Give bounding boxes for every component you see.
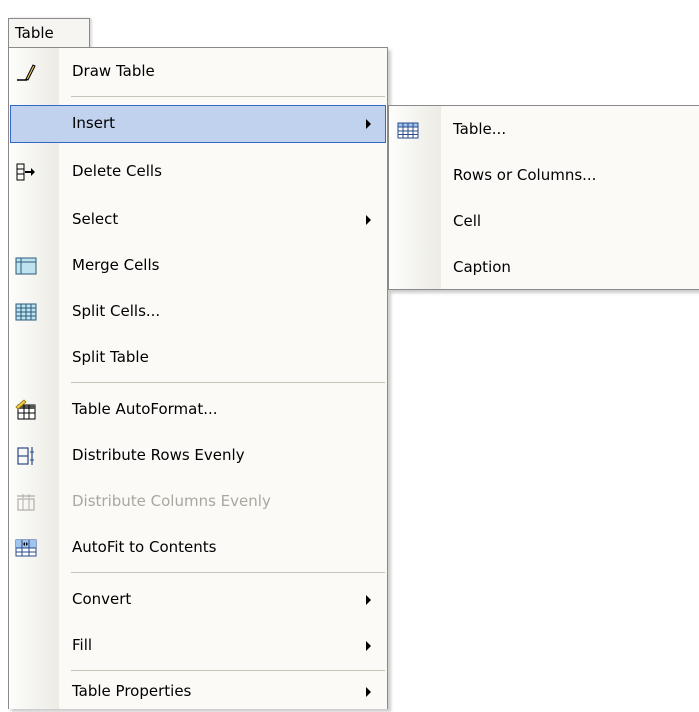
- menu-separator: [71, 572, 385, 573]
- pencil-icon: [17, 64, 36, 81]
- insert-submenu: Table... Rows or Columns... Cell Caption: [388, 105, 699, 290]
- distribute-columns-icon: [17, 494, 35, 511]
- merge-cells-icon: [15, 257, 37, 275]
- menu-item-insert[interactable]: Insert: [9, 104, 387, 144]
- menu-item-fill[interactable]: Fill: [9, 626, 387, 666]
- autofit-icon: [15, 539, 37, 557]
- insert-table-icon: [397, 122, 419, 139]
- submenu-arrow-icon: [366, 215, 371, 225]
- split-cells-icon: [15, 303, 37, 321]
- submenu-arrow-icon: [366, 687, 371, 697]
- menu-top-border: [91, 47, 388, 48]
- submenu-item-rows-or-columns[interactable]: Rows or Columns...: [389, 154, 699, 200]
- submenu-item-label: Rows or Columns...: [453, 166, 597, 184]
- menu-item-label: Split Table: [72, 348, 149, 366]
- menu-item-delete-cells[interactable]: Delete Cells: [9, 152, 387, 192]
- menu-item-label: Distribute Columns Evenly: [72, 492, 271, 510]
- submenu-arrow-icon: [366, 119, 371, 129]
- menu-item-label: Split Cells...: [72, 302, 161, 320]
- menu-item-split-cells[interactable]: Split Cells...: [9, 292, 387, 332]
- menu-item-label: Distribute Rows Evenly: [72, 446, 245, 464]
- menu-separator: [71, 96, 385, 97]
- menu-separator: [71, 382, 385, 383]
- menu-item-label: Convert: [72, 590, 132, 608]
- distribute-rows-icon: [17, 447, 34, 465]
- delete-cells-icon: [16, 163, 35, 181]
- menu-item-label: Table AutoFormat...: [72, 400, 218, 418]
- submenu-item-label: Table...: [453, 120, 507, 138]
- menu-item-label: Delete Cells: [72, 162, 162, 180]
- menu-item-distribute-rows-evenly[interactable]: Distribute Rows Evenly: [9, 436, 387, 476]
- menu-item-label: Insert: [72, 114, 116, 132]
- menu-item-merge-cells[interactable]: Merge Cells: [9, 246, 387, 286]
- submenu-item-caption[interactable]: Caption: [389, 246, 699, 292]
- submenu-arrow-icon: [366, 595, 371, 605]
- menu-item-label: AutoFit to Contents: [72, 538, 217, 556]
- autoformat-icon: [15, 399, 36, 420]
- menu-item-distribute-columns-evenly[interactable]: Distribute Columns Evenly: [9, 482, 387, 522]
- menu-item-label: Draw Table: [72, 62, 155, 80]
- table-dropdown-menu: Draw Table Insert Delete Cells Select Me…: [8, 47, 388, 709]
- table-menu-title-label: Table: [15, 24, 54, 42]
- submenu-item-label: Caption: [453, 258, 511, 276]
- menu-item-highlight: [10, 105, 386, 143]
- menu-item-draw-table[interactable]: Draw Table: [9, 52, 387, 92]
- menu-item-autofit-to-contents[interactable]: AutoFit to Contents: [9, 528, 387, 568]
- menu-item-label: Fill: [72, 636, 93, 654]
- menu-item-table-autoformat[interactable]: Table AutoFormat...: [9, 390, 387, 430]
- submenu-item-label: Cell: [453, 212, 482, 230]
- menu-item-label: Select: [72, 210, 119, 228]
- menu-item-label: Table Properties: [72, 682, 192, 700]
- table-menu-title[interactable]: Table: [8, 18, 90, 48]
- menu-separator: [71, 670, 385, 671]
- submenu-item-table[interactable]: Table...: [389, 108, 699, 154]
- menu-item-split-table[interactable]: Split Table: [9, 338, 387, 378]
- menu-item-table-properties[interactable]: Table Properties: [9, 672, 387, 712]
- submenu-item-cell[interactable]: Cell: [389, 200, 699, 246]
- menu-item-select[interactable]: Select: [9, 200, 387, 240]
- submenu-arrow-icon: [366, 641, 371, 651]
- menu-item-convert[interactable]: Convert: [9, 580, 387, 620]
- menu-item-label: Merge Cells: [72, 256, 160, 274]
